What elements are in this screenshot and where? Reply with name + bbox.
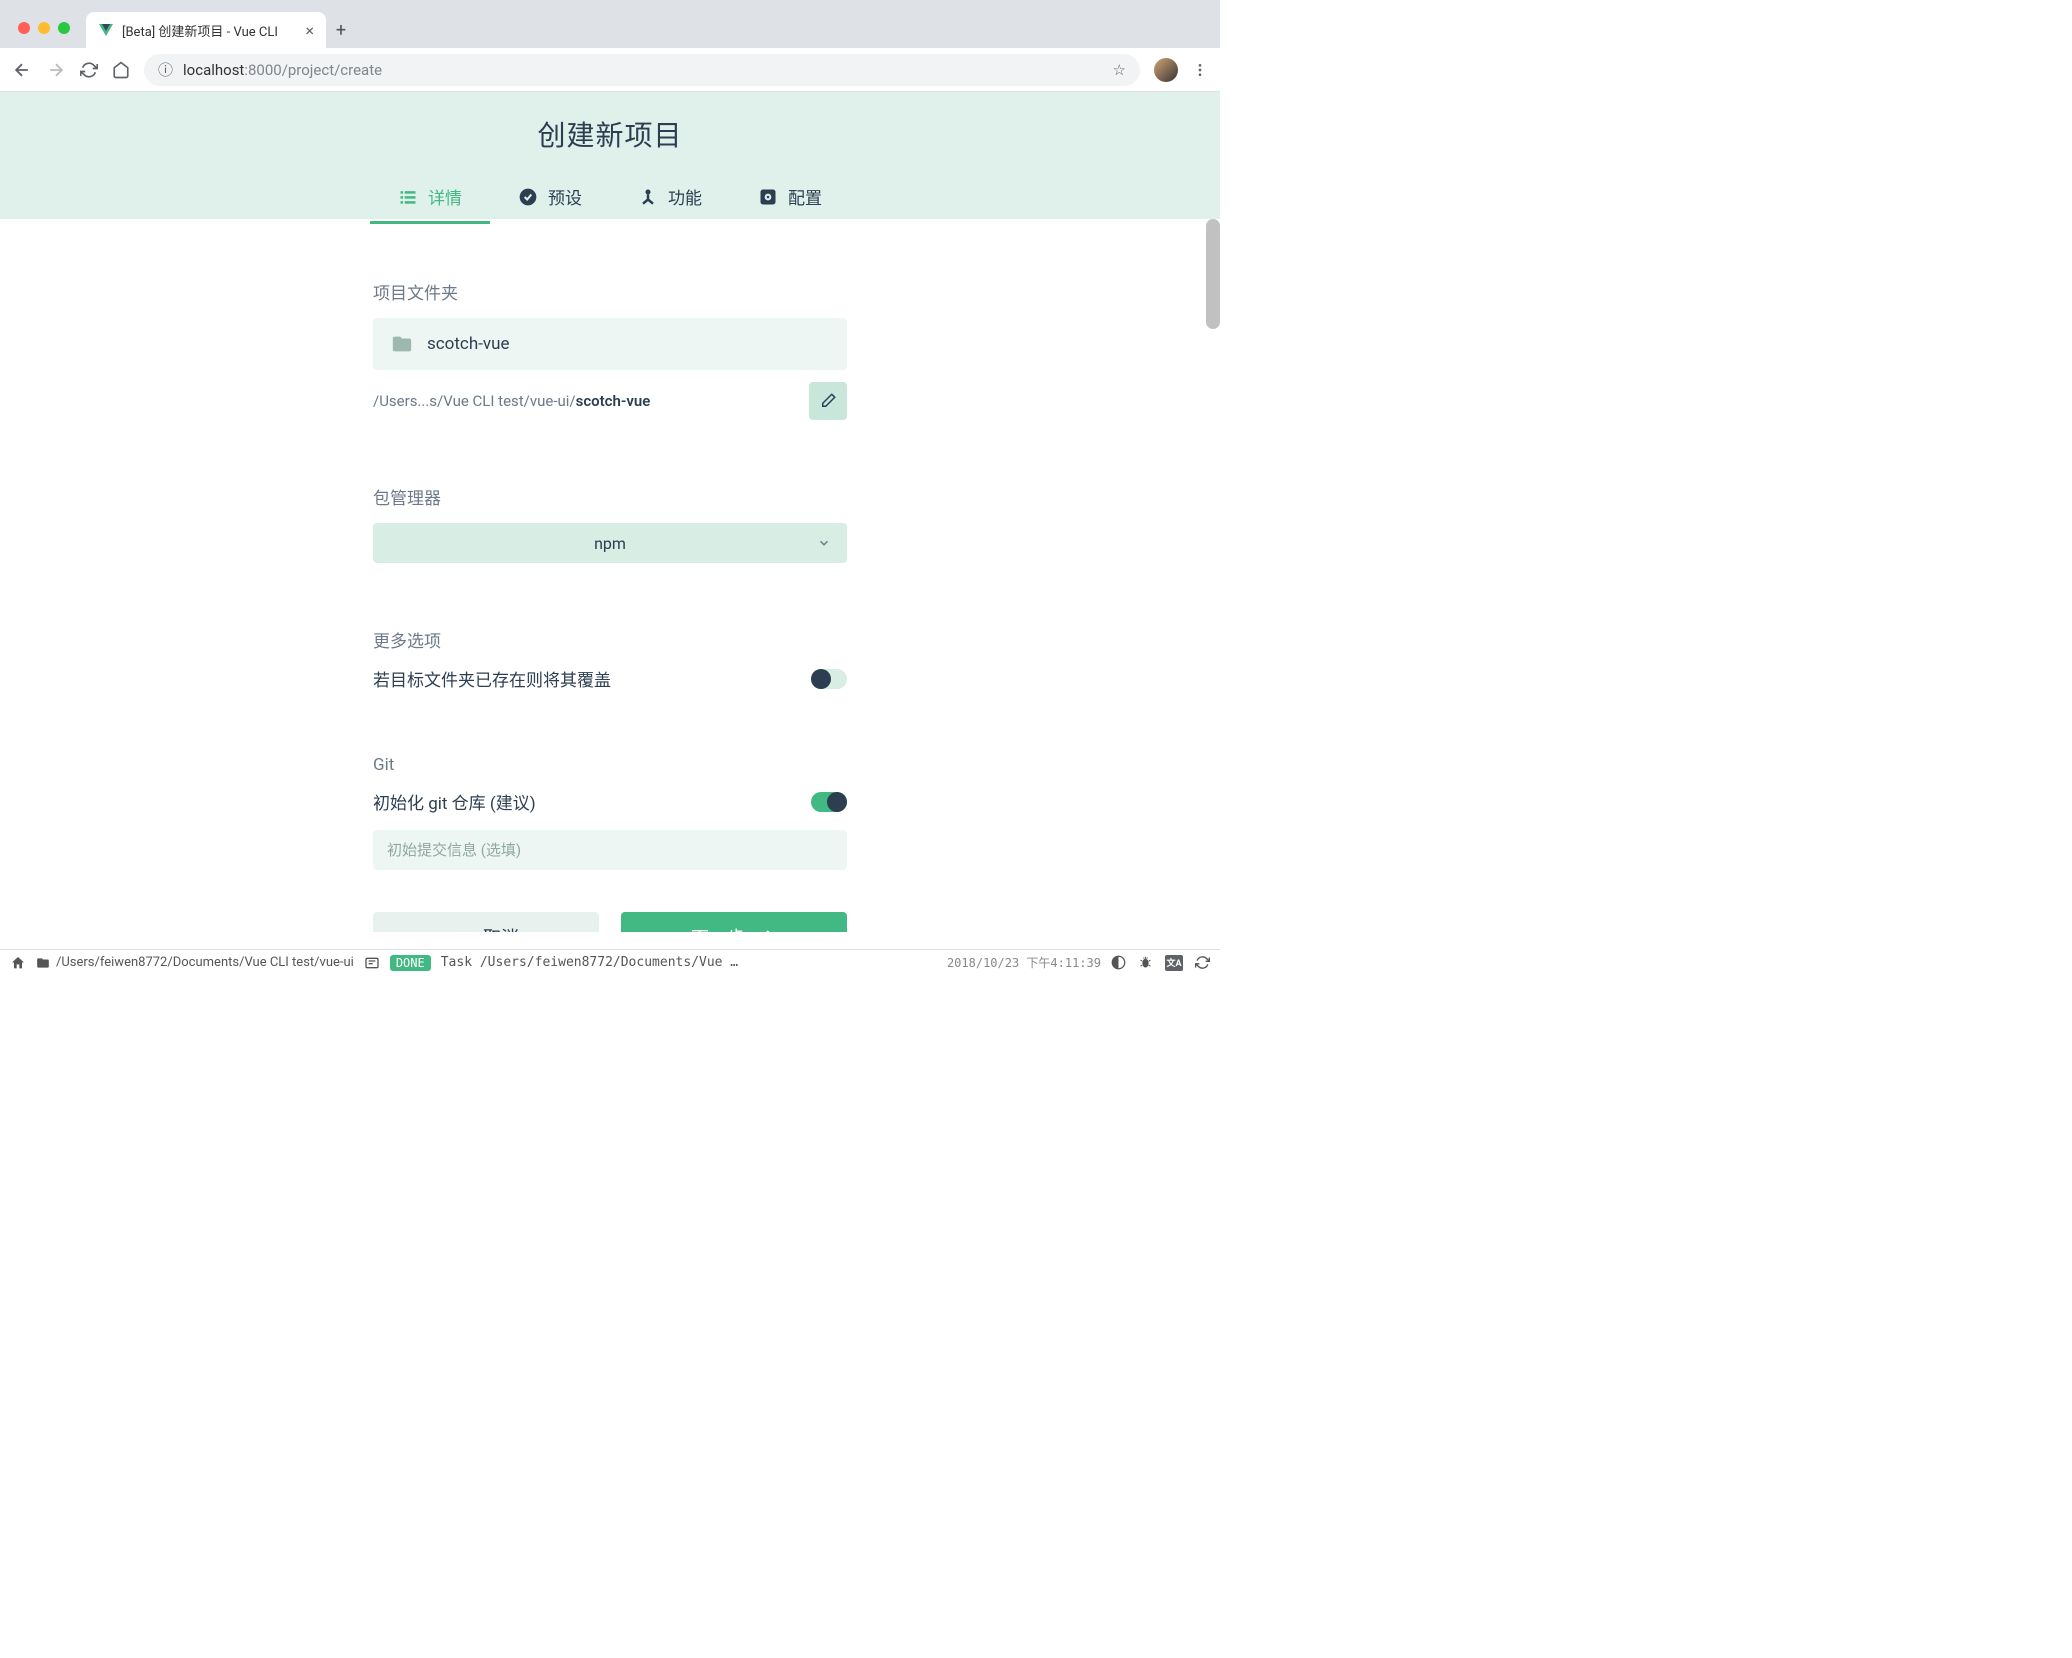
page-title: 创建新项目 [537,114,682,154]
contrast-icon[interactable] [1111,955,1126,970]
log-icon[interactable] [364,955,380,971]
status-time: 2018/10/23 下午4:11:39 [947,954,1101,971]
tab-title: [Beta] 创建新项目 - Vue CLI [122,21,297,40]
address-bar[interactable]: ⓘ localhost:8000/project/create ☆ [144,54,1140,86]
chevron-down-icon [817,536,831,550]
browser-tab[interactable]: [Beta] 创建新项目 - Vue CLI × [86,12,326,48]
git-init-row: 初始化 git 仓库 (建议) [373,789,847,814]
window-close[interactable] [18,22,30,34]
overwrite-row: 若目标文件夹已存在则将其覆盖 [373,666,847,691]
bug-icon[interactable] [1138,955,1153,970]
package-manager-label: 包管理器 [373,484,847,509]
next-button[interactable]: 下一步 [621,912,847,932]
cancel-label: 取消 [483,924,519,932]
site-info-icon[interactable]: ⓘ [158,59,173,80]
bookmark-star-icon[interactable]: ☆ [1113,61,1126,79]
tab-details[interactable]: 详情 [370,174,490,221]
new-tab-button[interactable]: + [326,15,356,45]
package-manager-value: npm [594,534,626,553]
close-icon[interactable]: × [305,21,314,40]
tab-label: 详情 [428,184,462,209]
step-tabs: 详情 预设 功能 配置 [370,174,850,221]
url-text: localhost:8000/project/create [183,61,382,79]
reload-button[interactable] [80,61,98,79]
refresh-icon[interactable] [1195,955,1210,970]
form: 项目文件夹 scotch-vue /Users...s/Vue CLI test… [373,219,847,932]
gear-icon [758,187,778,207]
window-controls [8,22,80,48]
git-init-toggle[interactable] [811,792,847,812]
vue-favicon-icon [98,22,114,38]
browser-nav-bar: ⓘ localhost:8000/project/create ☆ [0,48,1220,92]
project-path-row: /Users...s/Vue CLI test/vue-ui/scotch-vu… [373,382,847,420]
overwrite-toggle[interactable] [811,669,847,689]
forward-button[interactable] [46,60,66,80]
git-init-label: 初始化 git 仓库 (建议) [373,789,536,814]
profile-avatar[interactable] [1154,58,1178,82]
tab-label: 预设 [548,184,582,209]
git-commit-message-input[interactable] [373,830,847,870]
more-options-label: 更多选项 [373,627,847,652]
tab-label: 功能 [668,184,702,209]
project-folder-value: scotch-vue [427,334,510,354]
tab-config[interactable]: 配置 [730,174,850,221]
browser-tab-strip: [Beta] 创建新项目 - Vue CLI × + [0,0,1220,48]
status-bar: /Users/feiwen8772/Documents/Vue CLI test… [0,949,1220,975]
status-badge: DONE [390,955,431,971]
git-section-label: Git [373,755,847,775]
edit-path-button[interactable] [809,382,847,420]
status-icons: 文A [1111,955,1210,971]
tab-presets[interactable]: 预设 [490,174,610,221]
window-minimize[interactable] [38,22,50,34]
project-path: /Users...s/Vue CLI test/vue-ui/scotch-vu… [373,392,650,410]
list-icon [398,187,418,207]
content-scroll[interactable]: 项目文件夹 scotch-vue /Users...s/Vue CLI test… [0,219,1220,932]
scrollbar[interactable] [1206,219,1220,329]
package-manager-select[interactable]: npm [373,523,847,563]
translate-icon[interactable]: 文A [1165,955,1183,971]
browser-menu-button[interactable] [1192,62,1208,78]
tab-label: 配置 [788,184,822,209]
plugin-icon [638,187,658,207]
status-task: Task /Users/feiwen8772/Documents/Vue … [441,955,937,970]
back-button[interactable] [12,60,32,80]
project-folder-input[interactable]: scotch-vue [373,318,847,370]
home-icon[interactable] [10,955,26,971]
action-buttons: 取消 下一步 [373,912,847,932]
tab-features[interactable]: 功能 [610,174,730,221]
home-button[interactable] [112,61,130,79]
cancel-button[interactable]: 取消 [373,912,599,932]
window-maximize[interactable] [58,22,70,34]
check-circle-icon [518,187,538,207]
project-folder-label: 项目文件夹 [373,279,847,304]
folder-icon [391,333,413,355]
status-path[interactable]: /Users/feiwen8772/Documents/Vue CLI test… [36,955,354,970]
next-label: 下一步 [691,924,745,932]
app-header: 创建新项目 详情 预设 功能 配置 [0,92,1220,219]
overwrite-label: 若目标文件夹已存在则将其覆盖 [373,666,611,691]
